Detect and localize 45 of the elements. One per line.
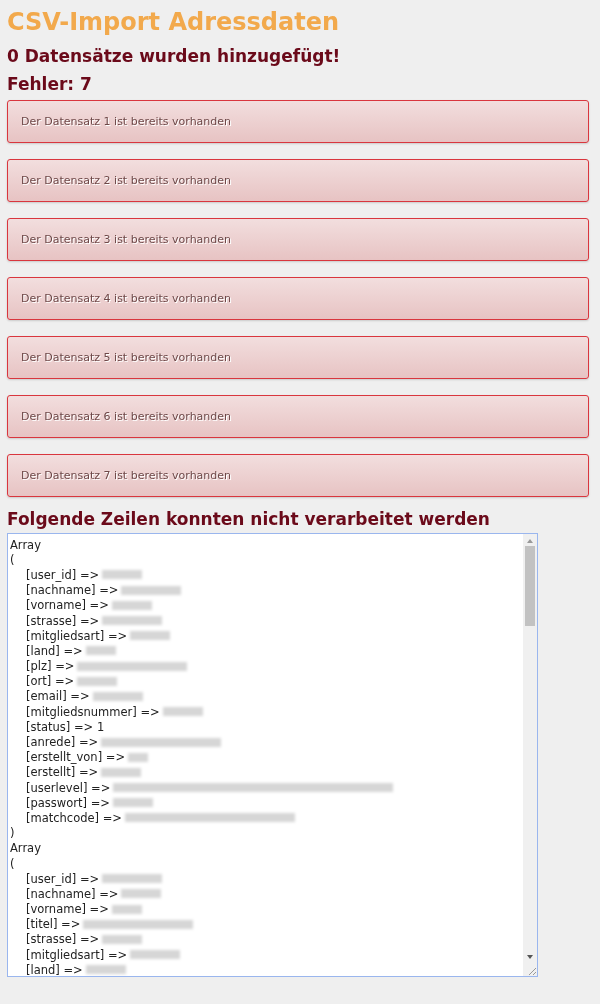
code-line: [mitgliedsart] => (26, 628, 128, 643)
error-heading: Fehler: 7 (7, 73, 93, 96)
code-line: [mitgliedsart] => (26, 947, 128, 962)
code-line: [land] => (26, 962, 83, 976)
code-line: [strasse] => (26, 932, 100, 947)
success-message: 0 Datensätze wurden hinzugefügt! (7, 45, 342, 68)
scroll-down-icon[interactable] (526, 954, 534, 960)
code-line: [erstellt] => (26, 765, 99, 780)
error-alert: Der Datensatz 6 ist bereits vorhanden (7, 395, 589, 438)
code-line: [titel] => (26, 917, 81, 932)
code-line: [vorname] => (26, 598, 109, 613)
page-title: CSV-Import Adressdaten (7, 7, 341, 38)
code-line: [user_id] => (26, 567, 100, 582)
text-area[interactable] (7, 533, 538, 977)
code-line: [ort] => (26, 674, 75, 689)
code-line: [email] => (26, 689, 90, 704)
error-alert: Der Datensatz 3 ist bereits vorhanden (7, 218, 589, 261)
code-line: ) (10, 826, 15, 841)
error-alert: Der Datensatz 1 ist bereits vorhanden (7, 100, 589, 143)
code-line: Array (10, 537, 41, 552)
code-line: [user_id] => (26, 871, 100, 886)
error-alert: Der Datensatz 7 ist bereits vorhanden (7, 454, 589, 497)
code-line: ( (10, 856, 15, 871)
code-line: ( (10, 552, 15, 567)
code-line: [mitgliedsnummer] => (26, 704, 160, 719)
code-line: [status] => 1 (26, 719, 105, 734)
code-line: [nachname] => (26, 583, 119, 598)
code-line: [matchcode] => (26, 810, 122, 825)
code-line: [strasse] => (26, 613, 100, 628)
code-line: Array (10, 841, 41, 856)
code-line: [userlevel] => (26, 780, 111, 795)
code-line: [vorname] => (26, 902, 109, 917)
scrollbar[interactable] (523, 534, 537, 976)
code-line: [plz] => (26, 659, 75, 674)
section-heading: Folgende Zeilen konnten nicht verarbeitet werden (7, 508, 491, 531)
error-alert: Der Datensatz 2 ist bereits vorhanden (7, 159, 589, 202)
code-line: [passwort] => (26, 795, 110, 810)
code-line: [nachname] => (26, 886, 119, 901)
scroll-up-icon[interactable] (526, 538, 534, 544)
scrollbar-thumb[interactable] (525, 546, 535, 626)
error-alert: Der Datensatz 5 ist bereits vorhanden (7, 336, 589, 379)
code-line: [anrede] => (26, 735, 99, 750)
code-line: [land] => (26, 643, 83, 658)
code-line: [erstellt_von] => (26, 750, 126, 765)
error-alert: Der Datensatz 4 ist bereits vorhanden (7, 277, 589, 320)
